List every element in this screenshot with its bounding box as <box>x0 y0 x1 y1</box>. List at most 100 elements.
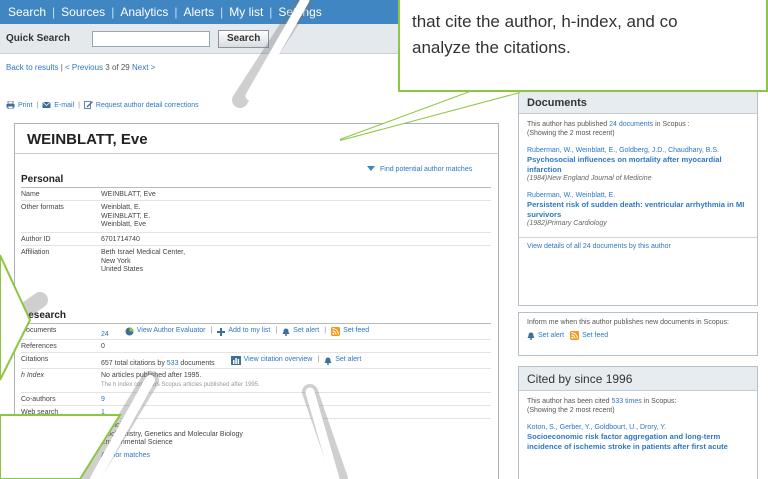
back-to-results-link[interactable]: Back to results <box>6 63 58 72</box>
documents-count-link[interactable]: 24 <box>101 331 109 338</box>
inform-actions: Set alert Set feed <box>519 327 757 340</box>
format-item: Weinblatt, Eve <box>101 221 147 229</box>
request-corrections-link[interactable]: Request author detail corrections <box>96 102 199 109</box>
callout-box: that cite the author, h-index, and co an… <box>398 0 768 92</box>
alert-bell-icon[interactable] <box>527 332 535 340</box>
results-nav-separator: | <box>60 63 63 72</box>
inform-text: Inform me when this author publishes new… <box>527 319 729 326</box>
format-item: WEINBLATT, E. <box>101 212 151 220</box>
set-alert-link[interactable]: Set alert <box>293 327 319 336</box>
document-title-link[interactable]: Psychosocial influences on mortality aft… <box>527 155 749 174</box>
other-formats-values: Weinblatt, E. WEINBLATT, E. Weinblatt, E… <box>91 201 491 232</box>
document-title-link[interactable]: Persistent risk of sudden death: ventric… <box>527 200 749 219</box>
documents-box-title: Documents <box>519 92 757 114</box>
alert-bell-icon[interactable] <box>324 357 332 365</box>
printer-icon[interactable] <box>6 101 15 109</box>
nav-search[interactable]: Search <box>8 5 46 19</box>
web-search-link[interactable]: 1 <box>101 409 105 416</box>
cited-by-intro-sub: (Showing the 2 most recent) <box>527 407 615 414</box>
nav-separator: | <box>52 5 56 19</box>
coauthors-row: Co-authors 9 <box>21 393 491 406</box>
citations-documents-word: documents <box>180 360 215 367</box>
set-feed-link[interactable]: Set feed <box>343 327 369 336</box>
actions-separator: | <box>317 356 320 364</box>
nav-my-list[interactable]: My list <box>229 5 263 19</box>
documents-box: Documents This author has published 24 d… <box>518 91 758 306</box>
format-item: Weinblatt, E. <box>101 204 141 211</box>
edit-request-icon[interactable] <box>84 101 93 109</box>
previous-link[interactable]: < Previous <box>65 63 103 72</box>
quick-search-input[interactable] <box>92 30 210 47</box>
view-author-evaluator-link[interactable]: View Author Evaluator <box>137 327 206 336</box>
inform-box: Inform me when this author publishes new… <box>518 312 758 356</box>
find-author-matches[interactable]: Find potential author matches <box>367 166 472 173</box>
author-matches-link[interactable]: Author matches <box>101 452 150 459</box>
document-authors[interactable]: Ruberman, W., Weinblatt, E., Goldberg, J… <box>527 146 749 155</box>
other-formats-row: Other formats Weinblatt, E. WEINBLATT, E… <box>21 201 491 233</box>
print-link[interactable]: Print <box>18 102 32 109</box>
plus-icon[interactable] <box>217 327 226 336</box>
inform-set-feed-link[interactable]: Set feed <box>582 332 608 339</box>
references-label: References <box>21 343 57 350</box>
citations-actions: View citation overview | Set alert <box>230 356 361 365</box>
author-evaluator-icon[interactable] <box>125 327 134 336</box>
nav-separator: | <box>111 5 115 19</box>
coauthors-value: 9 <box>91 393 491 405</box>
citing-document-item: Koton, S., Gerber, Y., Goldbourt, U., Dr… <box>519 415 757 451</box>
subject-item: Biochemistry, Genetics and Molecular Bio… <box>101 430 243 438</box>
references-value: 0 <box>101 343 105 350</box>
bar-chart-icon[interactable] <box>230 356 241 365</box>
rss-feed-icon[interactable] <box>570 331 580 340</box>
citations-value: 657 total citations by 533 documents Vie… <box>91 353 491 368</box>
callout-line-1: that cite the author, h-index, and co <box>412 12 678 31</box>
subject-item: Environmental Science <box>101 439 173 447</box>
email-icon[interactable] <box>42 101 51 109</box>
alert-bell-icon[interactable] <box>282 328 290 336</box>
name-value: WEINBLATT, Eve <box>101 191 156 198</box>
actions-separator: | <box>275 327 278 335</box>
author-profile-panel: WEINBLATT, Eve Find potential author mat… <box>14 123 499 479</box>
citations-total: 657 total citations by <box>101 360 165 367</box>
document-source: (1984)New England Journal of Medicine <box>527 175 652 183</box>
citations-set-alert-link[interactable]: Set alert <box>335 356 361 365</box>
citing-documents-link[interactable]: 533 <box>167 360 179 367</box>
documents-actions: View Author Evaluator | Add to my list |… <box>125 327 369 336</box>
coauthors-label: Co-authors <box>21 396 56 403</box>
name-row: Name WEINBLATT, Eve <box>21 188 491 201</box>
nav-separator: | <box>269 5 273 19</box>
other-formats-label: Other formats <box>21 204 64 211</box>
quick-search-button[interactable]: Search <box>218 29 270 48</box>
quick-search-label: Quick Search <box>6 33 70 44</box>
h-index-value: No articles published after 1995. The h … <box>91 369 491 392</box>
coauthors-link[interactable]: 9 <box>101 396 105 403</box>
nav-settings[interactable]: Settings <box>278 5 321 19</box>
top-navigation-bar: Search | Sources | Analytics | Alerts | My l… <box>0 0 400 24</box>
citing-document-title-link[interactable]: Socioeconomic risk factor aggregation an… <box>527 432 749 451</box>
nav-analytics[interactable]: Analytics <box>120 5 168 19</box>
citations-row: Citations 657 total citations by 533 doc… <box>21 353 491 369</box>
rss-feed-icon[interactable] <box>331 327 341 336</box>
find-author-matches-label[interactable]: Find potential author matches <box>380 166 472 173</box>
affiliation-line: United States <box>101 266 144 274</box>
nav-separator: | <box>174 5 178 19</box>
citations-label: Citations <box>21 356 49 363</box>
inform-set-alert-link[interactable]: Set alert <box>538 332 564 339</box>
citing-document-authors[interactable]: Koton, S., Gerber, Y., Goldbourt, U., Dr… <box>527 423 749 432</box>
research-heading: Research <box>21 310 67 321</box>
nav-sources[interactable]: Sources <box>61 5 105 19</box>
view-citation-overview-link[interactable]: View citation overview <box>244 356 313 365</box>
view-all-documents-link[interactable]: View details of all 24 documents by this… <box>519 238 757 250</box>
web-search-value: 1 <box>91 406 491 418</box>
nav-alerts[interactable]: Alerts <box>183 5 214 19</box>
cited-times-link[interactable]: 533 times <box>611 398 641 405</box>
result-position: 3 of 29 <box>105 63 130 72</box>
affiliation-label: Affiliation <box>21 249 50 256</box>
document-item: Ruberman, W., Weinblatt, E. Persistent r… <box>519 183 757 228</box>
documents-label: Documents <box>21 327 57 334</box>
document-authors[interactable]: Ruberman, W., Weinblatt, E. <box>527 191 749 200</box>
documents-count-link[interactable]: 24 documents <box>609 121 653 128</box>
add-to-my-list-link[interactable]: Add to my list <box>228 327 270 336</box>
next-link[interactable]: Next > <box>132 63 155 72</box>
email-link[interactable]: E-mail <box>54 102 74 109</box>
name-label: Name <box>21 191 40 198</box>
